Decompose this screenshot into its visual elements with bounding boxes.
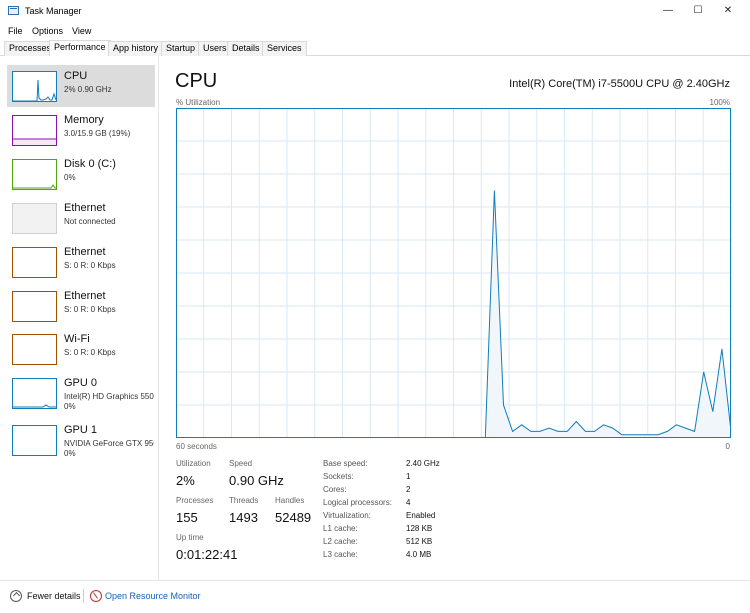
sidebar-item-gpu-1[interactable]: GPU 1 NVIDIA GeForce GTX 950M 0% [7,419,155,461]
tab-startup[interactable]: Startup [161,41,201,56]
sidebar-item-title: Ethernet [64,202,106,214]
sidebar-item-subtitle: 0% [64,173,76,182]
l1-cache-value: 128 KB [406,524,433,533]
sidebar-item-subtitle: 2% 0.90 GHz [64,85,112,94]
sidebar-item-disk[interactable]: Disk 0 (C:) 0% [7,153,155,195]
handles-label: Handles [275,496,305,505]
tab-details[interactable]: Details [227,41,265,56]
graph-grid [176,108,731,438]
sockets-label: Sockets: [323,472,354,481]
resource-monitor-icon[interactable] [90,590,102,602]
task-manager-icon [8,6,19,15]
processes-label: Processes [176,496,214,505]
cpu-model-name: Intel(R) Core(TM) i7-5500U CPU @ 2.40GHz [509,78,730,90]
cpu-thumbnail-graph [12,71,57,102]
sidebar-item-ethernet-1[interactable]: Ethernet Not connected [7,197,155,239]
sidebar-item-subtitle: Not connected [64,217,116,226]
menu-options[interactable]: Options [32,26,63,36]
l1-cache-label: L1 cache: [323,524,358,533]
resource-sidebar: CPU 2% 0.90 GHz Memory 3.0/15.9 GB (19%)… [0,57,158,580]
base-speed-label: Base speed: [323,459,368,468]
l3-cache-value: 4.0 MB [406,550,432,559]
uptime-value: 0:01:22:41 [176,547,238,562]
menu-bar: File Options View [0,22,750,40]
sidebar-item-memory[interactable]: Memory 3.0/15.9 GB (19%) [7,109,155,151]
speed-value: 0.90 GHz [229,473,284,488]
sidebar-item-title: Wi-Fi [64,333,90,345]
sidebar-item-subtitle: S: 0 R: 0 Kbps [64,348,116,357]
title-bar: Task Manager — ☐ ✕ [0,0,750,22]
maximize-button[interactable]: ☐ [684,3,712,19]
y-axis-label: % Utilization [176,98,221,107]
footer-bar: Fewer details Open Resource Monitor [0,580,750,613]
sidebar-item-title: GPU 0 [64,377,98,389]
chevron-up-circle-icon[interactable] [10,590,22,602]
sidebar-item-title: Ethernet [64,290,106,302]
y-axis-max-label: 100% [709,98,730,107]
base-speed-value: 2.40 GHz [406,459,440,468]
sidebar-item-subtitle: 3.0/15.9 GB (19%) [64,129,131,138]
tab-services[interactable]: Services [262,41,307,56]
tab-app-history[interactable]: App history [108,41,164,56]
sidebar-item-title: Ethernet [64,246,106,258]
ethernet-thumbnail-graph [12,203,57,234]
speed-label: Speed [229,459,253,468]
threads-value: 1493 [229,510,258,525]
cores-label: Cores: [323,485,347,494]
logical-processors-value: 4 [406,498,411,507]
sockets-value: 1 [406,472,411,481]
gpu-thumbnail-graph [12,425,57,456]
sidebar-item-ethernet-3[interactable]: Ethernet S: 0 R: 0 Kbps [7,285,155,327]
cores-value: 2 [406,485,411,494]
disk-thumbnail-graph [12,159,57,190]
uptime-label: Up time [176,533,204,542]
sidebar-item-title: Memory [64,114,104,126]
logical-processors-label: Logical processors: [323,498,392,507]
sidebar-item-value: 0% [64,449,76,458]
sidebar-item-subtitle: Intel(R) HD Graphics 5500 [64,392,154,401]
close-button[interactable]: ✕ [714,3,742,19]
sidebar-item-title: GPU 1 [64,424,98,436]
cpu-utilization-graph [176,108,731,438]
utilization-value: 2% [176,473,195,488]
menu-view[interactable]: View [72,26,91,36]
memory-thumbnail-graph [12,115,57,146]
ethernet-thumbnail-graph [12,247,57,278]
processes-value: 155 [176,510,198,525]
virtualization-value: Enabled [406,511,436,520]
open-resource-monitor-link[interactable]: Open Resource Monitor [105,591,201,601]
x-axis-left-label: 60 seconds [176,442,217,451]
sidebar-item-gpu-0[interactable]: GPU 0 Intel(R) HD Graphics 5500 0% [7,372,155,414]
l2-cache-label: L2 cache: [323,537,358,546]
sidebar-item-value: 0% [64,402,76,411]
virtualization-label: Virtualization: [323,511,371,520]
utilization-label: Utilization [176,459,211,468]
tab-bar: Processes Performance App history Startu… [0,40,750,56]
sidebar-item-cpu[interactable]: CPU 2% 0.90 GHz [7,65,155,107]
page-title: CPU [175,70,218,92]
wifi-thumbnail-graph [12,334,57,365]
minimize-button[interactable]: — [654,3,682,19]
fewer-details-button[interactable]: Fewer details [27,591,81,601]
sidebar-item-subtitle: NVIDIA GeForce GTX 950M [64,439,154,448]
sidebar-item-wifi[interactable]: Wi-Fi S: 0 R: 0 Kbps [7,328,155,370]
sidebar-item-title: Disk 0 (C:) [64,158,116,170]
menu-file[interactable]: File [8,26,23,36]
threads-label: Threads [229,496,259,505]
sidebar-item-subtitle: S: 0 R: 0 Kbps [64,261,116,270]
tab-performance[interactable]: Performance [49,40,111,56]
l2-cache-value: 512 KB [406,537,433,546]
sidebar-item-ethernet-2[interactable]: Ethernet S: 0 R: 0 Kbps [7,241,155,283]
sidebar-divider [158,57,159,580]
handles-value: 52489 [275,510,312,525]
sidebar-item-title: CPU [64,70,88,82]
footer-separator [83,589,84,603]
gpu-thumbnail-graph [12,378,57,409]
l3-cache-label: L3 cache: [323,550,358,559]
sidebar-item-subtitle: S: 0 R: 0 Kbps [64,305,116,314]
x-axis-right-label: 0 [725,442,730,451]
window-title: Task Manager [25,6,82,16]
ethernet-thumbnail-graph [12,291,57,322]
